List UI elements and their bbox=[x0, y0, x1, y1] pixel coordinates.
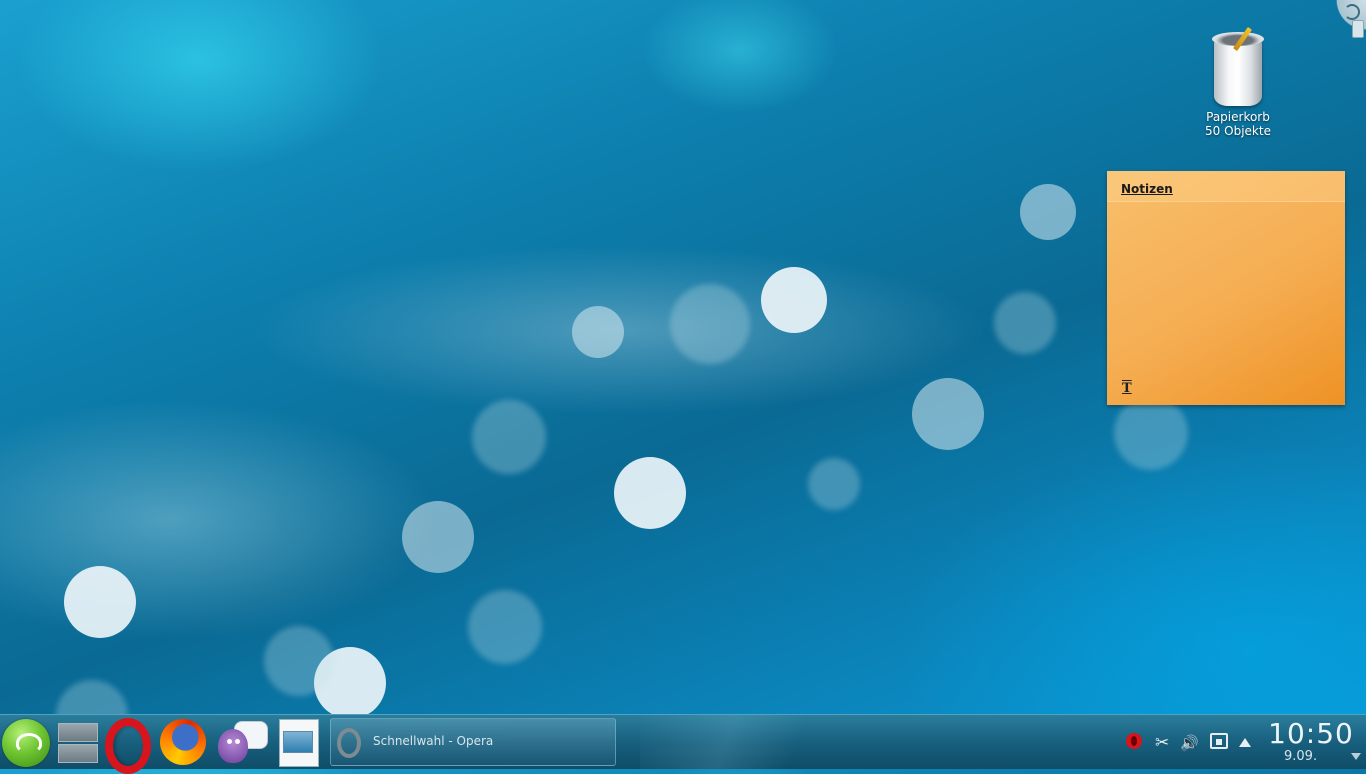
trash-desktop-icon[interactable]: Papierkorb 50 Objekte bbox=[1196, 26, 1280, 138]
bokeh-light bbox=[468, 590, 542, 664]
network-icon[interactable] bbox=[1210, 733, 1228, 749]
task-opera-window[interactable]: Schnellwahl - Opera bbox=[330, 718, 616, 766]
bokeh-light bbox=[572, 306, 624, 358]
bokeh-light bbox=[472, 400, 546, 474]
firefox-launcher[interactable] bbox=[158, 717, 210, 767]
clock-date[interactable]: 9.09. bbox=[1284, 749, 1317, 764]
bokeh-light bbox=[402, 501, 474, 573]
desktop-pager-button[interactable] bbox=[55, 717, 107, 767]
bokeh-light bbox=[1020, 184, 1076, 240]
trash-count: 50 Objekte bbox=[1205, 124, 1271, 138]
bokeh-light bbox=[808, 458, 860, 510]
bokeh-light bbox=[670, 284, 750, 364]
desktop-pager-icon bbox=[58, 723, 98, 742]
firefox-icon bbox=[160, 719, 206, 765]
expand-tray-icon[interactable] bbox=[1239, 738, 1251, 747]
pidgin-launcher[interactable] bbox=[214, 717, 268, 767]
task-label: Schnellwahl - Opera bbox=[373, 734, 494, 748]
panel-options-icon[interactable] bbox=[1351, 753, 1361, 760]
pidgin-icon bbox=[218, 729, 248, 763]
opera-icon bbox=[337, 728, 361, 758]
writer-launcher[interactable] bbox=[275, 717, 327, 767]
opera-tray-icon[interactable] bbox=[1126, 733, 1142, 749]
opera-icon bbox=[105, 718, 151, 774]
scroll-handle[interactable] bbox=[1352, 20, 1364, 38]
cashew-icon bbox=[1344, 4, 1360, 20]
scissors-icon[interactable]: ✂ bbox=[1155, 733, 1169, 753]
text-format-button[interactable]: T bbox=[1122, 381, 1132, 396]
clock-time[interactable]: 10:50 bbox=[1266, 717, 1356, 750]
bokeh-light bbox=[912, 378, 984, 450]
notes-widget[interactable]: Notizen T bbox=[1107, 171, 1345, 405]
taskbar: Schnellwahl - Opera ✂ 🔊 10:50 9.09. bbox=[0, 714, 1366, 774]
volume-icon[interactable]: 🔊 bbox=[1180, 733, 1199, 753]
bokeh-light bbox=[614, 457, 686, 529]
opera-launcher[interactable] bbox=[103, 717, 155, 774]
bokeh-light bbox=[64, 566, 136, 638]
trash-label: Papierkorb bbox=[1206, 110, 1270, 124]
note-title: Notizen bbox=[1121, 182, 1173, 196]
bokeh-light bbox=[761, 267, 827, 333]
bokeh-light bbox=[994, 292, 1056, 354]
bokeh-light bbox=[264, 626, 334, 696]
trash-icon bbox=[1210, 26, 1266, 106]
application-launcher-button[interactable] bbox=[0, 717, 52, 767]
bokeh-light bbox=[1114, 396, 1188, 470]
